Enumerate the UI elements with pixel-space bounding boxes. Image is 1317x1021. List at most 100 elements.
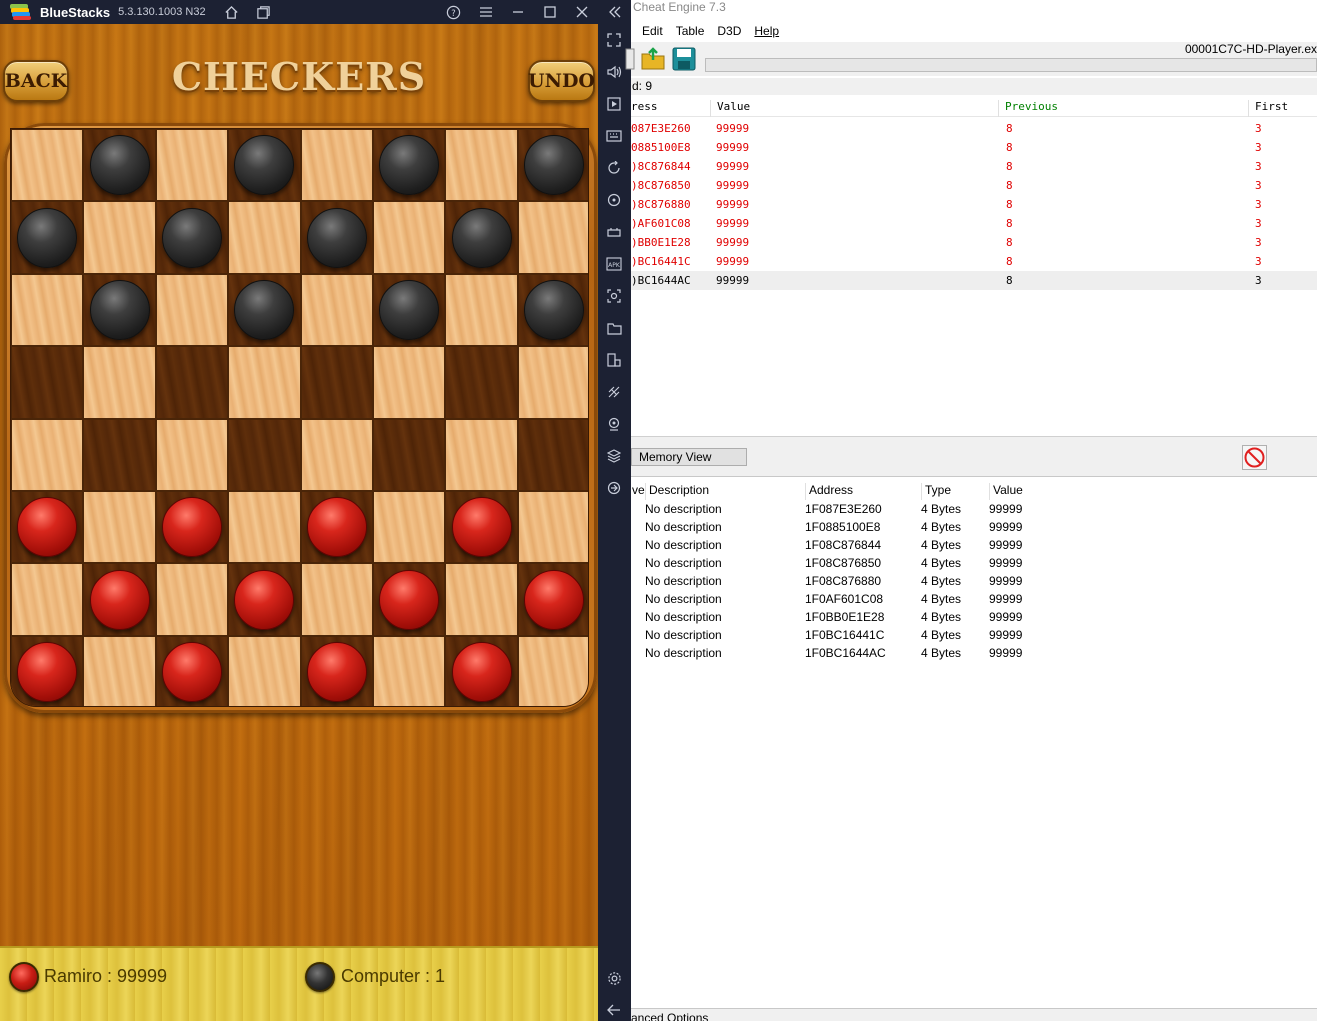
board-square[interactable] [11,563,84,636]
board-square[interactable] [445,346,518,419]
undo-button[interactable]: UNDO [528,60,595,102]
board-square[interactable] [83,635,156,706]
folder-icon[interactable] [603,317,625,339]
layers-icon[interactable] [603,445,625,467]
table-row[interactable]: No description 1F08C876844 4 Bytes 99999 [631,536,1317,554]
header-table-value[interactable]: Value [989,483,1023,500]
board-square[interactable] [155,346,229,419]
board-square[interactable] [300,418,373,491]
table-row[interactable]: No description 1F0BC16441C 4 Bytes 99999 [631,626,1317,644]
board-square[interactable] [11,273,84,347]
board-square[interactable] [155,563,229,636]
player-piece[interactable] [451,641,512,702]
computer-piece[interactable] [379,279,440,340]
rotate-icon[interactable] [603,157,625,179]
board-square[interactable] [11,418,84,491]
board-square[interactable] [228,129,301,202]
player-piece[interactable] [523,569,584,630]
board-square[interactable] [300,129,373,202]
computer-piece[interactable] [89,279,150,340]
computer-piece[interactable] [17,207,78,268]
multi-instance-icon[interactable] [603,349,625,371]
back-icon[interactable] [603,999,625,1021]
board-square[interactable] [83,418,156,491]
menu-help[interactable]: Help [754,24,779,42]
board-square[interactable] [372,273,446,347]
table-row[interactable]: No description 1F08C876850 4 Bytes 99999 [631,554,1317,572]
sync-icon[interactable] [603,189,625,211]
home-icon[interactable] [219,0,243,24]
board-square[interactable] [445,201,518,274]
board-square[interactable] [155,490,229,564]
computer-piece[interactable] [89,135,150,196]
board-square[interactable] [11,635,84,706]
apk-install-icon[interactable]: APK [603,253,625,275]
table-row[interactable]: No description 1F0AF601C08 4 Bytes 99999 [631,590,1317,608]
board-square[interactable] [228,490,301,564]
player-piece[interactable] [234,569,295,630]
gamepad-icon[interactable] [603,221,625,243]
help-icon[interactable]: ? [441,0,465,24]
eco-mode-icon[interactable] [603,381,625,403]
board-square[interactable] [445,129,518,202]
board-square[interactable] [228,273,301,347]
result-row[interactable]: )8C876880 99999 8 3 [631,195,1317,214]
board-square[interactable] [300,635,373,706]
computer-piece[interactable] [306,207,367,268]
board-square[interactable] [445,490,518,564]
board-square[interactable] [228,418,301,491]
board-square[interactable] [445,418,518,491]
board-square[interactable] [228,635,301,706]
computer-piece[interactable] [451,207,512,268]
keyboard-icon[interactable] [603,125,625,147]
menu-table[interactable]: Table [676,24,705,42]
computer-piece[interactable] [523,135,584,196]
board-square[interactable] [83,563,156,636]
board-square[interactable] [372,635,446,706]
board-square[interactable] [372,563,446,636]
board-square[interactable] [300,201,373,274]
memory-view-button[interactable]: Memory View [631,448,747,466]
board-square[interactable] [155,201,229,274]
header-active[interactable]: ve [629,483,645,500]
board-square[interactable] [228,346,301,419]
result-row[interactable]: )8C876850 99999 8 3 [631,176,1317,195]
board-square[interactable] [83,273,156,347]
header-description[interactable]: Description [645,483,709,500]
board-square[interactable] [11,201,84,274]
board-square[interactable] [517,418,588,491]
board-square[interactable] [83,129,156,202]
collapse-sidebar-icon[interactable] [603,0,627,24]
board-square[interactable] [372,490,446,564]
menu-d3d[interactable]: D3D [717,24,741,42]
open-file-icon[interactable] [640,46,666,72]
board-square[interactable] [228,563,301,636]
location-icon[interactable] [603,413,625,435]
computer-piece[interactable] [161,207,222,268]
result-row[interactable]: 0885100E8 99999 8 3 [631,138,1317,157]
macro-icon[interactable] [603,477,625,499]
board-square[interactable] [445,273,518,347]
minimize-icon[interactable] [506,0,530,24]
board-square[interactable] [228,201,301,274]
result-row[interactable]: )AF601C08 99999 8 3 [631,214,1317,233]
player-piece[interactable] [451,497,512,558]
header-first[interactable]: First [1248,100,1288,117]
screenshot-icon[interactable] [603,285,625,307]
fullscreen-icon[interactable] [603,29,625,51]
result-row[interactable]: )8C876844 99999 8 3 [631,157,1317,176]
player-piece[interactable] [17,641,78,702]
board-square[interactable] [300,490,373,564]
board-square[interactable] [372,418,446,491]
header-previous[interactable]: Previous [998,100,1058,117]
advanced-options-bar[interactable]: anced Options [631,1008,1317,1021]
cheat-table[interactable]: ve Description Address Type Value No des… [631,478,1317,1008]
board-square[interactable] [300,346,373,419]
player-piece[interactable] [161,497,222,558]
board-square[interactable] [300,563,373,636]
board-square[interactable] [445,563,518,636]
player-piece[interactable] [306,497,367,558]
result-row[interactable]: )BB0E1E28 99999 8 3 [631,233,1317,252]
computer-piece[interactable] [234,135,295,196]
board-square[interactable] [517,346,588,419]
